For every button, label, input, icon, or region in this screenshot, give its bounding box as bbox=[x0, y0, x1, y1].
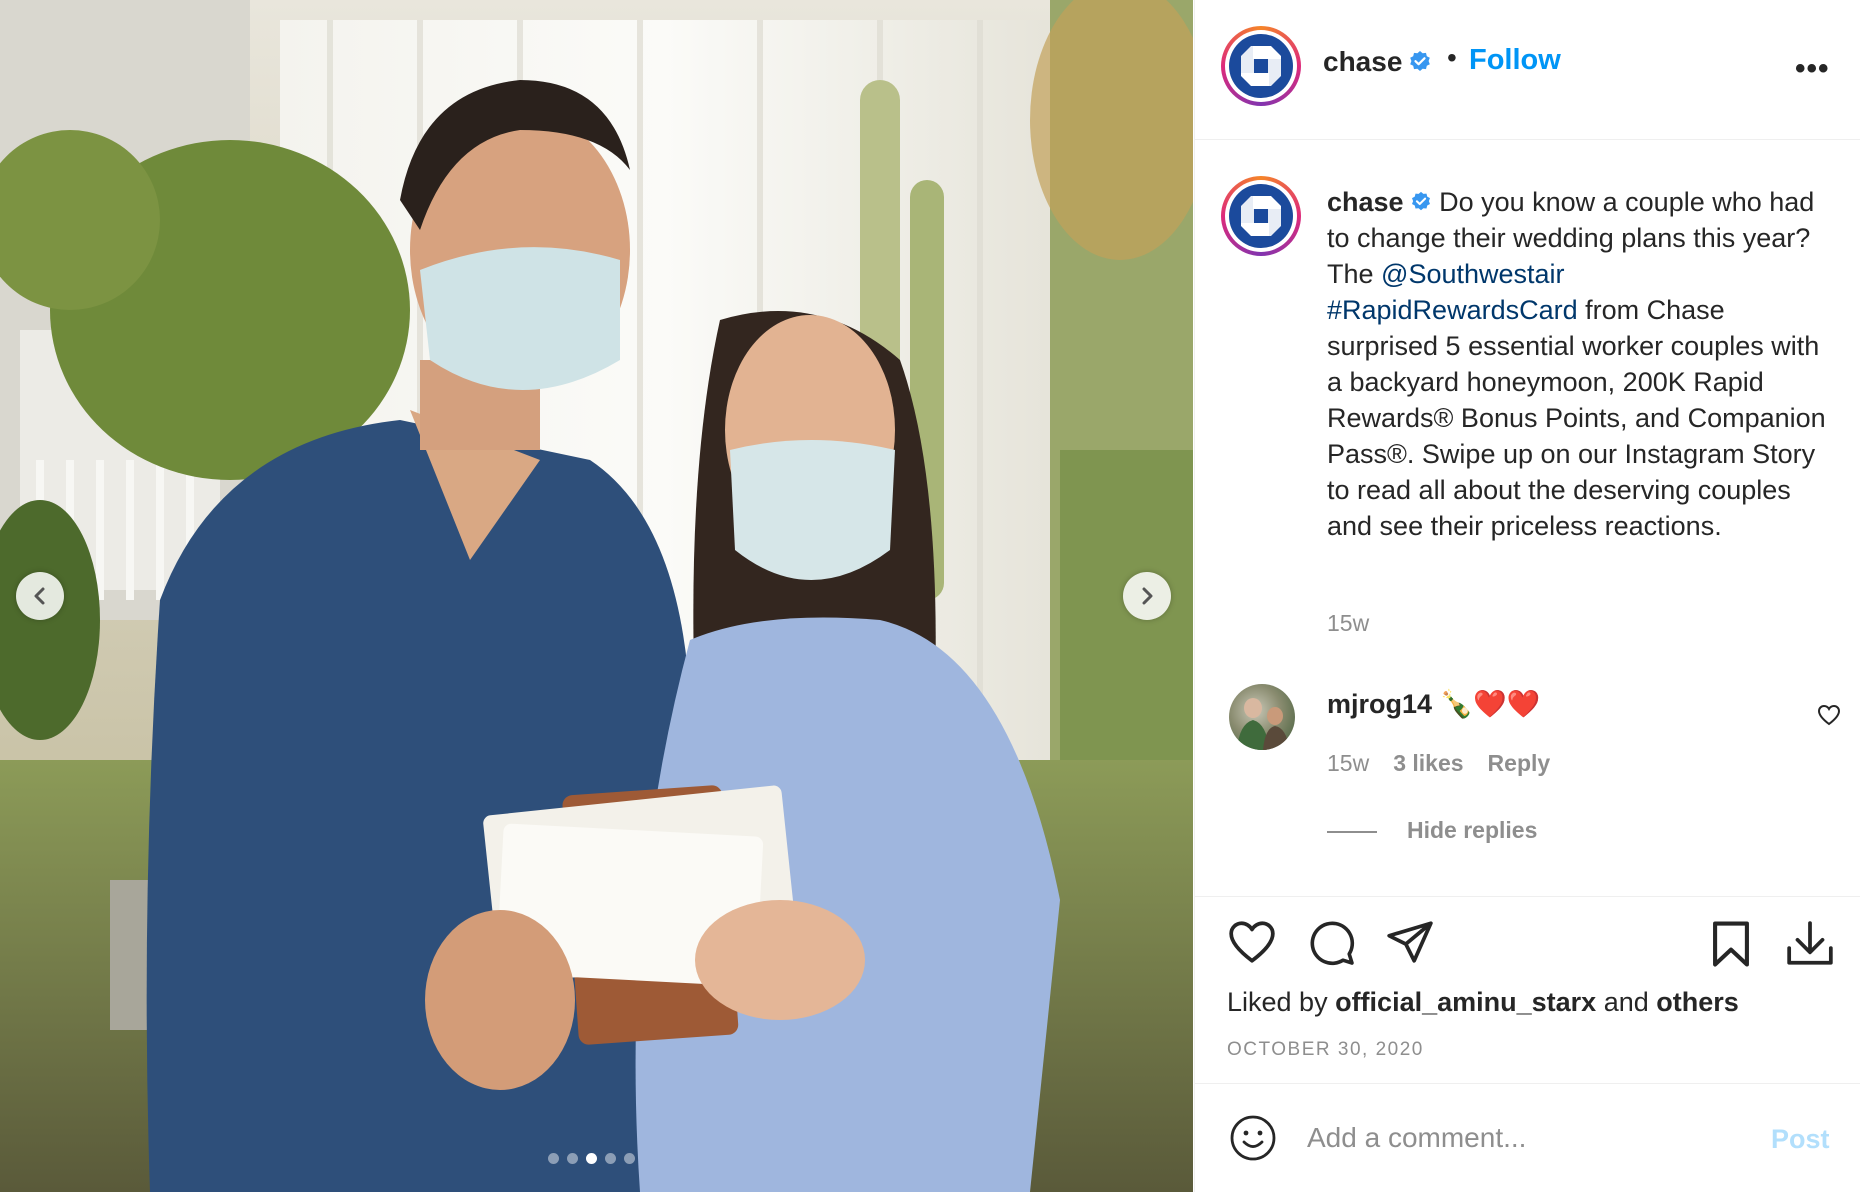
author-name[interactable]: chase bbox=[1323, 46, 1402, 77]
post-date[interactable]: OCTOBER 30, 2020 bbox=[1227, 1039, 1424, 1061]
heart-icon bbox=[1229, 921, 1275, 963]
share-button[interactable] bbox=[1385, 919, 1435, 970]
mention-link[interactable]: @Southwestair bbox=[1381, 259, 1565, 289]
post-caption: chase Do you know a couple who had to ch… bbox=[1327, 184, 1837, 544]
comment-likes[interactable]: 3 likes bbox=[1393, 750, 1463, 777]
hashtag-link[interactable]: #RapidRewardsCard bbox=[1327, 295, 1578, 325]
heart-icon bbox=[1817, 704, 1841, 726]
separator-dot: • bbox=[1447, 42, 1457, 73]
liked-by: Liked by official_aminu_starx and others bbox=[1227, 987, 1739, 1018]
comment-input[interactable] bbox=[1307, 1112, 1747, 1164]
post-author-username[interactable]: chase bbox=[1323, 46, 1432, 78]
liked-user[interactable]: official_aminu_starx bbox=[1335, 987, 1596, 1017]
caption-avatar[interactable] bbox=[1221, 176, 1301, 256]
comment-bubble-icon bbox=[1310, 921, 1355, 966]
comment-username[interactable]: mjrog14 bbox=[1327, 689, 1432, 719]
previous-image-button[interactable] bbox=[16, 572, 64, 620]
verified-badge-icon bbox=[1411, 191, 1430, 211]
comment-meta: 15w 3 likes Reply bbox=[1327, 750, 1550, 777]
liked-and: and bbox=[1596, 987, 1657, 1017]
download-icon bbox=[1787, 921, 1833, 965]
post-side-panel: chase • Follow ••• chase Do you know a c… bbox=[1194, 0, 1860, 1192]
post-comment-button[interactable]: Post bbox=[1771, 1124, 1830, 1155]
replies-divider bbox=[1327, 831, 1377, 833]
carousel-dot-active bbox=[586, 1153, 597, 1164]
chase-logo-icon bbox=[1241, 196, 1281, 236]
couple-photo bbox=[0, 0, 1193, 1192]
post-actions: Liked by official_aminu_starx and others… bbox=[1195, 896, 1860, 1082]
paper-plane-icon bbox=[1387, 921, 1433, 963]
follow-button[interactable]: Follow bbox=[1469, 44, 1561, 77]
comment-button[interactable] bbox=[1307, 919, 1357, 972]
verified-badge-icon bbox=[1410, 51, 1431, 71]
comment-like-button[interactable] bbox=[1817, 704, 1841, 731]
hide-replies-button[interactable]: Hide replies bbox=[1407, 817, 1537, 844]
caption-username[interactable]: chase bbox=[1327, 187, 1404, 217]
like-button[interactable] bbox=[1227, 919, 1277, 970]
smiley-icon bbox=[1230, 1115, 1276, 1161]
chase-logo-icon bbox=[1241, 46, 1281, 86]
chevron-left-icon bbox=[34, 587, 45, 605]
caption-timestamp[interactable]: 15w bbox=[1327, 610, 1369, 637]
comment-timestamp[interactable]: 15w bbox=[1327, 750, 1369, 777]
next-image-button[interactable] bbox=[1123, 572, 1171, 620]
bookmark-icon bbox=[1713, 921, 1749, 967]
liked-others[interactable]: others bbox=[1656, 987, 1739, 1017]
comment: mjrog14 🍾❤️❤️ bbox=[1327, 688, 1540, 720]
commenter-photo bbox=[1237, 698, 1289, 750]
more-options-button[interactable]: ••• bbox=[1795, 52, 1830, 86]
comment-text: 🍾❤️❤️ bbox=[1439, 689, 1541, 719]
carousel-dot bbox=[567, 1153, 578, 1164]
liked-prefix: Liked by bbox=[1227, 987, 1336, 1017]
profile-avatar[interactable] bbox=[1221, 26, 1301, 106]
chevron-right-icon bbox=[1142, 587, 1153, 605]
carousel-dot bbox=[548, 1153, 559, 1164]
post-header: chase • Follow ••• bbox=[1195, 0, 1860, 140]
carousel-dot bbox=[624, 1153, 635, 1164]
reply-button[interactable]: Reply bbox=[1488, 750, 1551, 777]
carousel-dots bbox=[548, 1153, 635, 1164]
post-image[interactable] bbox=[0, 0, 1193, 1192]
carousel-dot bbox=[605, 1153, 616, 1164]
download-button[interactable] bbox=[1785, 919, 1835, 974]
caption-text-part-2: from Chase surprised 5 essential worker … bbox=[1327, 295, 1826, 541]
add-comment-bar: Post bbox=[1195, 1083, 1860, 1192]
commenter-avatar[interactable] bbox=[1229, 684, 1295, 750]
save-button[interactable] bbox=[1707, 919, 1755, 974]
emoji-button[interactable] bbox=[1229, 1114, 1277, 1167]
